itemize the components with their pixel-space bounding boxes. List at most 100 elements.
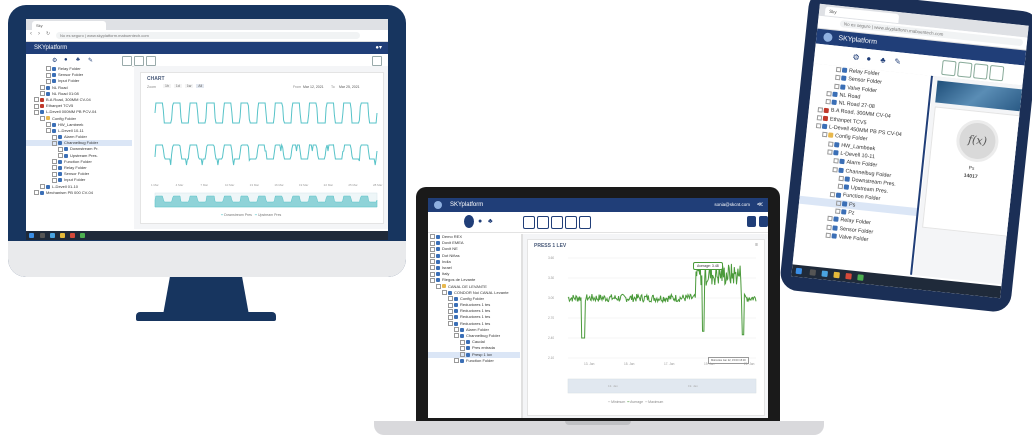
expand-toggle-icon[interactable] (40, 85, 45, 90)
desktop-export-button[interactable] (146, 56, 156, 66)
expand-toggle-icon[interactable] (817, 106, 824, 113)
back-icon[interactable]: ‹ (30, 31, 32, 37)
taskbar-app-icon[interactable] (70, 233, 75, 238)
expand-toggle-icon[interactable] (825, 99, 831, 105)
expand-toggle-icon[interactable] (430, 240, 435, 246)
expand-toggle-icon[interactable] (34, 103, 39, 109)
expand-toggle-icon[interactable] (829, 191, 836, 197)
expand-toggle-icon[interactable] (34, 97, 39, 103)
expand-toggle-icon[interactable] (442, 290, 447, 296)
desktop-report-button[interactable] (134, 56, 144, 66)
drop-icon[interactable]: ● (64, 57, 68, 63)
tablet-report-button[interactable] (957, 61, 973, 78)
expand-toggle-icon[interactable] (52, 171, 57, 177)
desktop-url-field[interactable]: No es seguro | www.skyplatform.mabuentec… (56, 32, 360, 39)
expand-toggle-icon[interactable] (52, 134, 57, 140)
expand-toggle-icon[interactable] (430, 246, 435, 252)
expand-toggle-icon[interactable] (835, 208, 841, 215)
expand-toggle-icon[interactable] (58, 146, 63, 152)
expand-toggle-icon[interactable] (430, 253, 435, 258)
expand-toggle-icon[interactable] (430, 234, 435, 240)
expand-toggle-icon[interactable] (430, 277, 435, 283)
expand-toggle-icon[interactable] (52, 165, 57, 171)
people-icon[interactable]: ♣ (880, 55, 886, 64)
people-icon[interactable]: ♣ (488, 218, 493, 225)
laptop-edit-button[interactable] (747, 216, 756, 227)
expand-toggle-icon[interactable] (454, 333, 459, 339)
desktop-home-button[interactable] (122, 56, 132, 66)
taskbar-edge-icon[interactable] (50, 233, 55, 238)
expand-toggle-icon[interactable] (430, 271, 435, 277)
expand-toggle-icon[interactable] (52, 159, 57, 165)
expand-toggle-icon[interactable] (448, 302, 453, 308)
expand-toggle-icon[interactable] (40, 184, 45, 189)
expand-toggle-icon[interactable] (460, 352, 465, 357)
legend-item[interactable]: Upstream Pres (258, 213, 281, 217)
taskbar-folder-icon[interactable] (833, 271, 840, 279)
expand-toggle-icon[interactable] (34, 190, 39, 196)
taskbar-search-icon[interactable] (40, 233, 45, 238)
tablet-function-card[interactable]: f(x) Ps 14017 (922, 106, 1021, 237)
laptop-user-email[interactable]: sonia@skcnt.com (714, 198, 750, 212)
legend-item[interactable]: Downstream Pres (224, 213, 252, 217)
tablet-home-button[interactable] (941, 59, 957, 77)
windows-start-icon[interactable] (29, 233, 34, 238)
expand-toggle-icon[interactable] (52, 140, 57, 146)
tree-item[interactable]: Function Folder (428, 358, 520, 364)
expand-toggle-icon[interactable] (40, 91, 45, 97)
expand-toggle-icon[interactable] (837, 183, 844, 190)
expand-toggle-icon[interactable] (34, 109, 39, 115)
expand-toggle-icon[interactable] (46, 122, 51, 128)
laptop-settings-button[interactable] (759, 216, 768, 227)
people-icon[interactable]: ♣ (76, 57, 80, 63)
tablet-copy-button[interactable] (988, 64, 1005, 82)
expand-toggle-icon[interactable] (835, 66, 842, 73)
gear-icon[interactable]: ⚙ (852, 53, 860, 63)
legend-item[interactable]: Maximum (648, 400, 663, 404)
wrench-icon[interactable]: ✎ (894, 57, 902, 67)
expand-toggle-icon[interactable] (448, 321, 453, 327)
laptop-dashboard-button[interactable] (523, 216, 535, 229)
expand-toggle-icon[interactable] (826, 90, 832, 97)
expand-toggle-icon[interactable] (46, 72, 51, 78)
expand-toggle-icon[interactable] (816, 114, 823, 121)
expand-toggle-icon[interactable] (821, 132, 828, 138)
wrench-icon[interactable]: ✎ (88, 57, 93, 64)
expand-toggle-icon[interactable] (448, 314, 453, 320)
windows-start-icon[interactable] (795, 267, 803, 275)
flame-icon[interactable]: ● (478, 218, 482, 225)
expand-toggle-icon[interactable] (838, 175, 845, 182)
laptop-copy-button[interactable] (579, 216, 591, 229)
expand-toggle-icon[interactable] (835, 200, 842, 206)
desktop-browser-tab[interactable]: Sky (32, 21, 106, 30)
expand-toggle-icon[interactable] (58, 153, 63, 159)
expand-toggle-icon[interactable] (430, 259, 435, 265)
drop-icon[interactable] (464, 215, 474, 228)
laptop-export-button[interactable] (565, 216, 577, 229)
taskbar-folder-icon[interactable] (60, 233, 65, 238)
expand-toggle-icon[interactable] (448, 296, 453, 302)
tree-item[interactable]: Mechanism PB 000 CV-04 (26, 190, 132, 196)
expand-toggle-icon[interactable] (436, 283, 441, 289)
desktop-settings-button[interactable] (372, 56, 382, 66)
drop-icon[interactable]: ● (866, 54, 872, 63)
expand-toggle-icon[interactable] (46, 78, 51, 84)
taskbar-app-icon[interactable] (845, 272, 852, 280)
expand-toggle-icon[interactable] (826, 224, 832, 230)
expand-toggle-icon[interactable] (40, 115, 45, 121)
taskbar-chrome-icon[interactable] (857, 274, 864, 281)
taskbar-search-icon[interactable] (809, 269, 817, 276)
expand-toggle-icon[interactable] (827, 149, 833, 155)
expand-toggle-icon[interactable] (46, 128, 51, 134)
expand-toggle-icon[interactable] (52, 177, 57, 183)
expand-toggle-icon[interactable] (832, 166, 838, 173)
laptop-report-button[interactable] (551, 216, 563, 229)
expand-toggle-icon[interactable] (827, 216, 833, 222)
expand-toggle-icon[interactable] (454, 358, 459, 364)
gear-icon[interactable]: ⚙ (52, 57, 57, 64)
expand-toggle-icon[interactable] (460, 345, 465, 351)
expand-toggle-icon[interactable] (834, 75, 841, 81)
legend-item[interactable]: Average (630, 400, 643, 404)
desktop-user-icon[interactable]: ●▾ (375, 42, 382, 54)
expand-toggle-icon[interactable] (833, 158, 839, 164)
